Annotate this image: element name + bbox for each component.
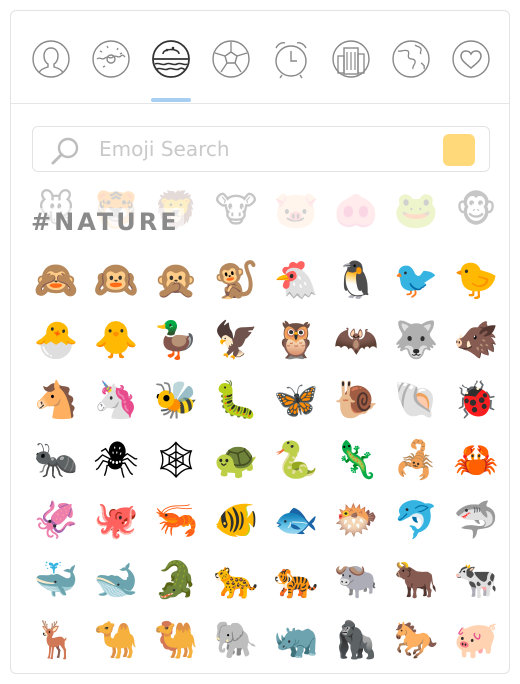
emoji-button[interactable]: 🦈 <box>446 491 506 551</box>
person-icon <box>32 40 70 78</box>
emoji-button[interactable]: 🦐 <box>146 491 206 551</box>
emoji-button[interactable]: 🐄 <box>446 551 506 611</box>
emoji-button[interactable]: 🐚 <box>386 371 446 431</box>
emoji-button[interactable]: 🐠 <box>206 491 266 551</box>
emoji-button[interactable]: 🦆 <box>146 311 206 371</box>
emoji-button[interactable]: 🐞 <box>446 371 506 431</box>
alarm-clock-icon <box>275 42 307 79</box>
category-bar <box>11 11 509 104</box>
emoji-button[interactable]: 🐫 <box>146 611 206 671</box>
emoji-button[interactable]: 🐵 <box>446 186 506 236</box>
tab-food[interactable] <box>91 39 131 79</box>
emoji-button[interactable]: 🦋 <box>266 371 326 431</box>
emoji-button[interactable]: 🐛 <box>206 371 266 431</box>
emoji-button[interactable]: 🐗 <box>446 311 506 371</box>
emoji-button[interactable]: 🕸 <box>146 431 206 491</box>
emoji-button[interactable]: 🐌 <box>326 371 386 431</box>
emoji-grid: 🙈 🙉 🙊 🐒 🐔 🐧 🐦 🐤 🐣 🐥 🦆 🦅 🦉 🦇 🐺 🐗 🐴 🦄 🐝 🐛 🦋 🐌 🐚 🐞 🐜 🕷 🕸 🐢 🐍 🦎 🦂 🦀 🦑 🐙 🦐 🐠 🐟 🐡 🐬 🦈… <box>26 251 506 671</box>
emoji-button[interactable]: 🐃 <box>326 551 386 611</box>
heart-icon <box>452 40 490 78</box>
emoji-button[interactable]: 🐅 <box>266 551 326 611</box>
tab-activity[interactable] <box>211 39 251 79</box>
tab-symbols[interactable] <box>451 39 491 79</box>
search-input[interactable] <box>99 133 419 165</box>
soccer-ball-icon <box>212 40 250 78</box>
emoji-button[interactable]: 🐒 <box>206 251 266 311</box>
emoji-button[interactable]: 🦏 <box>266 611 326 671</box>
emoji-button[interactable]: 🐖 <box>446 611 506 671</box>
emoji-button[interactable]: 🐤 <box>446 251 506 311</box>
emoji-button[interactable]: 🐎 <box>386 611 446 671</box>
emoji-button[interactable]: 🐘 <box>206 611 266 671</box>
emoji-button[interactable]: 🐣 <box>26 311 86 371</box>
donut-icon <box>92 40 130 78</box>
emoji-button[interactable]: 🐥 <box>86 311 146 371</box>
emoji-button[interactable]: 🐳 <box>26 551 86 611</box>
emoji-button[interactable]: 🦎 <box>326 431 386 491</box>
search-icon <box>51 137 79 165</box>
emoji-button[interactable]: 🦂 <box>386 431 446 491</box>
globe-icon <box>392 40 430 78</box>
emoji-button[interactable]: 🐜 <box>26 431 86 491</box>
emoji-button[interactable]: 🐋 <box>86 551 146 611</box>
emoji-button[interactable]: 🦇 <box>326 311 386 371</box>
emoji-button[interactable]: 🐬 <box>386 491 446 551</box>
emoji-button[interactable]: 🦀 <box>446 431 506 491</box>
emoji-button[interactable]: 🐡 <box>326 491 386 551</box>
emoji-button[interactable]: 🐮 <box>206 186 266 236</box>
emoji-button[interactable]: 🐍 <box>266 431 326 491</box>
emoji-button[interactable]: 🐺 <box>386 311 446 371</box>
emoji-button[interactable]: 🐝 <box>146 371 206 431</box>
skin-tone-button[interactable] <box>443 134 475 166</box>
emoji-picker: 🐭🐯🦁🐮🐷🐽🐸🐵 #NATURE 🙈🙉🙊🐒🐔🐧🐦🐤🐣🐥🦆🦅🦉🦇🐺🐗🐴🦄🐝🐛🦋🐌🐚… <box>10 10 510 674</box>
emoji-button[interactable]: 🐽 <box>326 186 386 236</box>
emoji-button[interactable]: 🐊 <box>146 551 206 611</box>
emoji-button[interactable]: 🐆 <box>206 551 266 611</box>
tab-objects[interactable] <box>391 39 431 79</box>
emoji-button[interactable]: 🐷 <box>266 186 326 236</box>
emoji-button[interactable]: 🐧 <box>326 251 386 311</box>
emoji-button[interactable]: 🐂 <box>386 551 446 611</box>
section-title: #NATURE <box>31 208 184 236</box>
emoji-button[interactable]: 🙈 <box>26 251 86 311</box>
tab-people[interactable] <box>31 39 71 79</box>
tab-travel[interactable] <box>271 39 311 79</box>
emoji-scroll-area[interactable]: 🐭🐯🦁🐮🐷🐽🐸🐵 #NATURE 🙈🙉🙊🐒🐔🐧🐦🐤🐣🐥🦆🦅🦉🦇🐺🐗🐴🦄🐝🐛🦋🐌🐚… <box>11 186 509 673</box>
emoji-button[interactable]: 🐴 <box>26 371 86 431</box>
building-icon <box>332 40 370 78</box>
emoji-button[interactable]: 🦄 <box>86 371 146 431</box>
emoji-button[interactable]: 🐢 <box>206 431 266 491</box>
emoji-button[interactable]: 🐔 <box>266 251 326 311</box>
nature-icon <box>152 40 190 78</box>
emoji-button[interactable]: 🕷 <box>86 431 146 491</box>
emoji-button[interactable]: 🦍 <box>326 611 386 671</box>
emoji-button[interactable]: 🐙 <box>86 491 146 551</box>
emoji-button[interactable]: 🐟 <box>266 491 326 551</box>
emoji-button[interactable]: 🦌 <box>26 611 86 671</box>
active-tab-indicator <box>151 98 191 102</box>
emoji-button[interactable]: 🐪 <box>86 611 146 671</box>
emoji-button[interactable]: 🦉 <box>266 311 326 371</box>
emoji-button[interactable]: 🐦 <box>386 251 446 311</box>
emoji-button[interactable]: 🙉 <box>86 251 146 311</box>
emoji-button[interactable]: 🙊 <box>146 251 206 311</box>
emoji-button[interactable]: 🐸 <box>386 186 446 236</box>
emoji-button[interactable]: 🦅 <box>206 311 266 371</box>
search-box <box>32 126 490 172</box>
emoji-button[interactable]: 🦑 <box>26 491 86 551</box>
tab-nature[interactable] <box>151 39 191 79</box>
tab-places[interactable] <box>331 39 371 79</box>
